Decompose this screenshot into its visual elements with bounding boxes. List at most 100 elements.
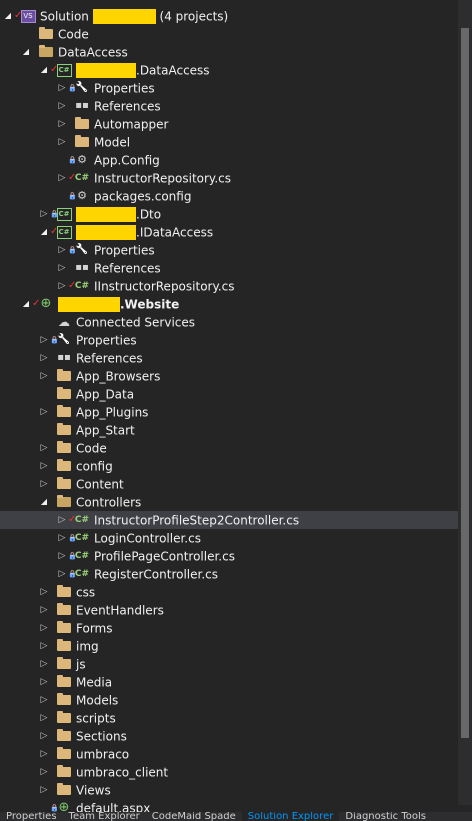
collapsed-arrow-icon[interactable]: ▷: [39, 475, 49, 493]
tree-item[interactable]: ▷ 🔒 C# .Dto: [0, 205, 458, 223]
collapsed-arrow-icon[interactable]: ▷: [39, 673, 49, 691]
tab-properties[interactable]: Properties: [0, 812, 63, 821]
csharp-file-icon: C#: [74, 565, 90, 583]
tree-item[interactable]: ▷ js: [0, 655, 458, 673]
tree-item[interactable]: ▷ ▪▪ References: [0, 97, 458, 115]
tree-item[interactable]: ▷ Model: [0, 133, 458, 151]
vertical-scrollbar[interactable]: [458, 0, 472, 805]
tree-item[interactable]: ▷ ✓ C# IInstructorRepository.cs: [0, 277, 458, 295]
tree-item[interactable]: ◢ DataAccess: [0, 43, 458, 61]
collapsed-arrow-icon[interactable]: ▷: [57, 529, 67, 547]
tree-item[interactable]: ▷ scripts: [0, 709, 458, 727]
expanded-arrow-icon[interactable]: ◢: [39, 223, 49, 241]
expanded-arrow-icon[interactable]: ◢: [3, 7, 13, 25]
tree-item[interactable]: ▷ css: [0, 583, 458, 601]
tree-item[interactable]: ◢ ✓ C# .IDataAccess: [0, 223, 458, 241]
collapsed-arrow-icon[interactable]: ▷: [39, 763, 49, 781]
tree-item[interactable]: ▷ App_Plugins: [0, 403, 458, 421]
scrollbar-thumb[interactable]: [461, 28, 469, 738]
tree-item[interactable]: ▷ 🔒 🔧 Properties: [0, 79, 458, 97]
collapsed-arrow-icon[interactable]: ▷: [39, 457, 49, 475]
expanded-arrow-icon[interactable]: ◢: [21, 43, 31, 61]
tree-item[interactable]: ▷ umbraco: [0, 745, 458, 763]
tree-item-label: config: [76, 457, 113, 476]
collapsed-arrow-icon[interactable]: ▷: [39, 709, 49, 727]
tree-item[interactable]: ▷ img: [0, 637, 458, 655]
tree-item[interactable]: 🔒 ⚙ App.Config: [0, 151, 458, 169]
collapsed-arrow-icon[interactable]: ▷: [39, 205, 49, 223]
folder-shape: [57, 441, 71, 453]
expanded-arrow-icon[interactable]: ◢: [39, 61, 49, 79]
tree-item[interactable]: ▷ App_Browsers: [0, 367, 458, 385]
tree-item[interactable]: ▷ Media: [0, 673, 458, 691]
item-text: umbraco_client: [76, 765, 169, 780]
tree-item[interactable]: ▷ Code: [0, 439, 458, 457]
collapsed-arrow-icon[interactable]: ▷: [39, 781, 49, 799]
tree-item[interactable]: ▷ umbraco_client: [0, 763, 458, 781]
item-text: App_Browsers: [76, 369, 161, 384]
collapsed-arrow-icon[interactable]: ▷: [57, 79, 67, 97]
references-glyph: ▪▪: [57, 352, 71, 363]
expanded-arrow-icon[interactable]: ◢: [21, 295, 31, 313]
item-text: App_Data: [76, 387, 135, 402]
tab-codemaid-spade[interactable]: CodeMaid Spade: [146, 812, 242, 821]
tree-item[interactable]: 🔒 ⚙ packages.config: [0, 187, 458, 205]
item-text: ProfilePageController.cs: [94, 549, 235, 564]
collapsed-arrow-icon[interactable]: ▷: [39, 637, 49, 655]
collapsed-arrow-icon[interactable]: ▷: [39, 403, 49, 421]
tree-item[interactable]: ☁ Connected Services: [0, 313, 458, 331]
tree-item[interactable]: ▷ config: [0, 457, 458, 475]
tree-item[interactable]: ▷ Sections: [0, 727, 458, 745]
collapsed-arrow-icon[interactable]: ▷: [57, 115, 67, 133]
collapsed-arrow-icon[interactable]: ▷: [39, 619, 49, 637]
collapsed-arrow-icon[interactable]: ▷: [57, 547, 67, 565]
expanded-arrow-icon[interactable]: ◢: [39, 493, 49, 511]
collapsed-arrow-icon[interactable]: ▷: [57, 133, 67, 151]
collapsed-arrow-icon[interactable]: ▷: [57, 277, 67, 295]
tree-item[interactable]: ▷ Views: [0, 781, 458, 799]
folder-shape: [57, 369, 71, 381]
tree-item[interactable]: ▷ 🔒 C# RegisterController.cs: [0, 565, 458, 583]
collapsed-arrow-icon[interactable]: ▷: [57, 565, 67, 583]
tree-item[interactable]: App_Start: [0, 421, 458, 439]
tree-item[interactable]: ◢ ✓ ⊕ .Website: [0, 295, 458, 313]
collapsed-arrow-icon[interactable]: ▷: [39, 745, 49, 763]
tree-item[interactable]: ▷ ▪▪ References: [0, 349, 458, 367]
tree-item[interactable]: ▷ Forms: [0, 619, 458, 637]
collapsed-arrow-icon[interactable]: ▷: [39, 349, 49, 367]
tree-item[interactable]: ▷ 🔒 C# ProfilePageController.cs: [0, 547, 458, 565]
collapsed-arrow-icon[interactable]: ▷: [57, 511, 67, 529]
tree-item[interactable]: ▷ 🔒 🔧 Properties: [0, 241, 458, 259]
tree-item[interactable]: ▷ 🔒 C# LoginController.cs: [0, 529, 458, 547]
tree-item[interactable]: ▷ Content: [0, 475, 458, 493]
collapsed-arrow-icon[interactable]: ▷: [39, 655, 49, 673]
collapsed-arrow-icon[interactable]: ▷: [39, 691, 49, 709]
tree-item[interactable]: ▷ 🔒 🔧 Properties: [0, 331, 458, 349]
collapsed-arrow-icon[interactable]: ▷: [57, 241, 67, 259]
collapsed-arrow-icon[interactable]: ▷: [39, 367, 49, 385]
tab-team-explorer[interactable]: Team Explorer: [63, 812, 146, 821]
tree-item[interactable]: Code: [0, 25, 458, 43]
tree-item[interactable]: ▷ Automapper: [0, 115, 458, 133]
tab-diagnostic-tools[interactable]: Diagnostic Tools: [339, 812, 432, 821]
collapsed-arrow-icon[interactable]: ▷: [39, 583, 49, 601]
csharp-glyph: C#: [74, 281, 90, 291]
tree-item[interactable]: ▷ ✓ C# InstructorRepository.cs: [0, 169, 458, 187]
tree-item[interactable]: App_Data: [0, 385, 458, 403]
collapsed-arrow-icon[interactable]: ▷: [57, 169, 67, 187]
folder-icon: [74, 133, 90, 151]
collapsed-arrow-icon[interactable]: ▷: [39, 331, 49, 349]
collapsed-arrow-icon[interactable]: ▷: [39, 727, 49, 745]
tree-item[interactable]: ▷ Models: [0, 691, 458, 709]
collapsed-arrow-icon[interactable]: ▷: [39, 439, 49, 457]
tree-item[interactable]: ▷ ▪▪ References: [0, 259, 458, 277]
tab-solution-explorer[interactable]: Solution Explorer: [241, 812, 340, 821]
collapsed-arrow-icon[interactable]: ▷: [57, 259, 67, 277]
tree-item[interactable]: ◢ ✓ VS Solution (4 projects): [0, 7, 458, 25]
tree-item[interactable]: ◢ ✓ C# .DataAccess: [0, 61, 458, 79]
collapsed-arrow-icon[interactable]: ▷: [39, 601, 49, 619]
tree-item[interactable]: ◢ Controllers: [0, 493, 458, 511]
tree-item[interactable]: ▷ ✓ C# InstructorProfileStep2Controller.cs: [0, 511, 458, 529]
collapsed-arrow-icon[interactable]: ▷: [57, 97, 67, 115]
tree-item[interactable]: ▷ EventHandlers: [0, 601, 458, 619]
